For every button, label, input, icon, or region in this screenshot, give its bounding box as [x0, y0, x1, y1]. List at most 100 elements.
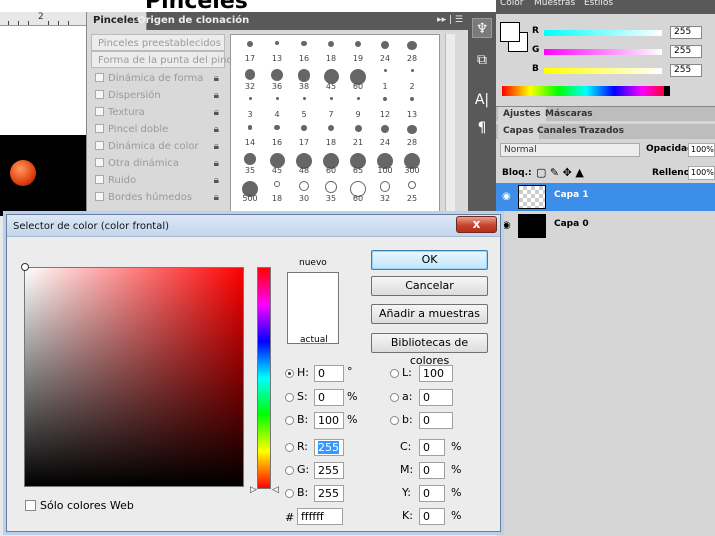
l-input[interactable]: 100 — [419, 365, 453, 382]
brush-preset[interactable]: 4 — [264, 95, 290, 119]
hue-arrow-right-icon[interactable]: ▷ — [250, 485, 257, 495]
brush-option-item[interactable]: Pinceles preestablecidos — [91, 34, 225, 51]
brush-preset[interactable]: 16 — [264, 123, 290, 147]
character-icon[interactable]: A| — [472, 90, 492, 110]
clone-source-icon[interactable]: ⧉ — [472, 50, 492, 70]
radio-l[interactable] — [390, 369, 399, 378]
tab-muestras[interactable]: Muestras — [534, 0, 575, 8]
brush-preset[interactable]: 60 — [318, 151, 344, 175]
cancel-button[interactable]: Cancelar — [371, 276, 488, 296]
tab-origen-clonacion[interactable]: Origen de clonación — [131, 12, 255, 30]
radio-g[interactable] — [285, 466, 294, 475]
panel-menu-icon[interactable]: ▸▸ | ☰ — [437, 15, 463, 25]
radio-h[interactable] — [285, 369, 294, 378]
brush-preset[interactable]: 12 — [372, 95, 398, 119]
m-input[interactable]: 0 — [419, 462, 445, 479]
brush-preset[interactable]: 60 — [345, 67, 371, 91]
paragraph-icon[interactable]: ¶ — [472, 118, 492, 138]
tab-mascaras[interactable]: Máscaras — [540, 107, 598, 122]
brush-preset[interactable]: 100 — [372, 151, 398, 175]
brush-tool-icon[interactable]: ♆ — [472, 18, 492, 38]
slider-b[interactable]: B 255 — [532, 64, 712, 78]
brush-preset[interactable]: 2 — [399, 67, 425, 91]
layer-capa-1[interactable]: ◉ Capa 1 — [496, 183, 715, 211]
slider-b-value[interactable]: 255 — [670, 64, 702, 77]
blue-input[interactable]: 255 — [314, 485, 344, 502]
brush-option-item[interactable]: Bordes húmedos 🔒︎ — [91, 189, 225, 206]
brush-option-item[interactable]: Pincel doble 🔒︎ — [91, 121, 225, 138]
color-field-marker[interactable] — [21, 263, 29, 271]
brush-option-checkbox[interactable] — [95, 192, 104, 201]
brush-preset[interactable]: 19 — [345, 39, 371, 63]
r-input[interactable]: 255 — [314, 439, 344, 456]
color-libraries-button[interactable]: Bibliotecas de colores — [371, 333, 488, 367]
brush-option-item[interactable]: Dinámica de color 🔒︎ — [91, 138, 225, 155]
close-button[interactable]: x — [456, 216, 497, 233]
s-input[interactable]: 0 — [314, 389, 344, 406]
brush-option-checkbox[interactable] — [95, 107, 104, 116]
brush-preset[interactable]: 25 — [399, 179, 425, 203]
brush-preset[interactable]: 7 — [318, 95, 344, 119]
lock-icon[interactable]: 🔒︎ — [214, 172, 219, 189]
color-field[interactable] — [24, 267, 244, 487]
brush-preset[interactable]: 500 — [237, 179, 263, 203]
brush-preset[interactable]: 18 — [318, 123, 344, 147]
brush-preset[interactable]: 35 — [237, 151, 263, 175]
brush-preset[interactable]: 3 — [237, 95, 263, 119]
lock-icon[interactable]: 🔒︎ — [214, 189, 219, 206]
brush-option-checkbox[interactable] — [95, 158, 104, 167]
brush-preset[interactable]: 45 — [264, 151, 290, 175]
brush-preset[interactable]: 30 — [291, 179, 317, 203]
brush-preset[interactable]: 14 — [237, 123, 263, 147]
brush-option-item[interactable]: Dispersión 🔒︎ — [91, 87, 225, 104]
brush-option-checkbox[interactable] — [95, 141, 104, 150]
lock-icon[interactable]: 🔒︎ — [214, 121, 219, 138]
radio-b[interactable] — [285, 416, 294, 425]
visibility-eye-icon[interactable]: ◉ — [502, 191, 511, 202]
radio-blue[interactable] — [285, 489, 294, 498]
slider-r[interactable]: R 255 — [532, 26, 712, 40]
spectrum-black[interactable] — [664, 86, 670, 96]
brush-option-item[interactable]: Forma de la punta del pincel — [91, 51, 241, 68]
brush-preset[interactable]: 13 — [264, 39, 290, 63]
lock-icon[interactable]: 🔒︎ — [214, 70, 219, 87]
brush-preset[interactable]: 21 — [345, 123, 371, 147]
brush-option-item[interactable]: Dinámica de forma 🔒︎ — [91, 70, 225, 87]
brush-preset[interactable]: 24 — [372, 123, 398, 147]
lock-icon[interactable]: 🔒︎ — [214, 138, 219, 155]
brush-preset[interactable]: 36 — [264, 67, 290, 91]
brush-preset[interactable]: 17 — [237, 39, 263, 63]
k-input[interactable]: 0 — [419, 508, 445, 525]
brush-option-item[interactable]: Textura 🔒︎ — [91, 104, 225, 121]
brush-preset[interactable]: 18 — [264, 179, 290, 203]
g-input[interactable]: 255 — [314, 462, 344, 479]
opacity-input[interactable]: 100% — [688, 143, 715, 157]
brush-preset[interactable]: 1 — [372, 67, 398, 91]
hue-arrow-left-icon[interactable]: ◁ — [272, 485, 279, 495]
add-to-swatches-button[interactable]: Añadir a muestras — [371, 304, 488, 324]
hue-slider[interactable] — [257, 267, 271, 489]
lock-icons[interactable]: ▢ ✎ ✥ ▲ — [536, 166, 584, 179]
c-input[interactable]: 0 — [419, 439, 445, 456]
brush-preset[interactable]: 38 — [291, 67, 317, 91]
ok-button[interactable]: OK — [371, 250, 488, 270]
radio-r[interactable] — [285, 443, 294, 452]
y-input[interactable]: 0 — [419, 485, 445, 502]
h-input[interactable]: 0 — [314, 365, 344, 382]
tab-trazados[interactable]: Trazados — [574, 124, 629, 139]
hex-input[interactable]: ffffff — [297, 508, 343, 525]
brush-preset[interactable]: 45 — [318, 67, 344, 91]
brush-preset[interactable]: 48 — [291, 151, 317, 175]
brush-preset[interactable]: 60 — [345, 179, 371, 203]
brush-preset[interactable]: 300 — [399, 151, 425, 175]
lock-icon[interactable]: 🔒︎ — [214, 155, 219, 172]
lock-icon[interactable]: 🔒︎ — [214, 87, 219, 104]
brush-preset[interactable]: 17 — [291, 123, 317, 147]
slider-r-value[interactable]: 255 — [670, 26, 702, 39]
fill-input[interactable]: 100% — [688, 166, 715, 180]
brush-option-checkbox[interactable] — [95, 124, 104, 133]
brush-preset[interactable]: 28 — [399, 39, 425, 63]
slider-g-value[interactable]: 255 — [670, 45, 702, 58]
slider-b-track[interactable] — [544, 68, 662, 74]
brush-preset[interactable]: 18 — [318, 39, 344, 63]
